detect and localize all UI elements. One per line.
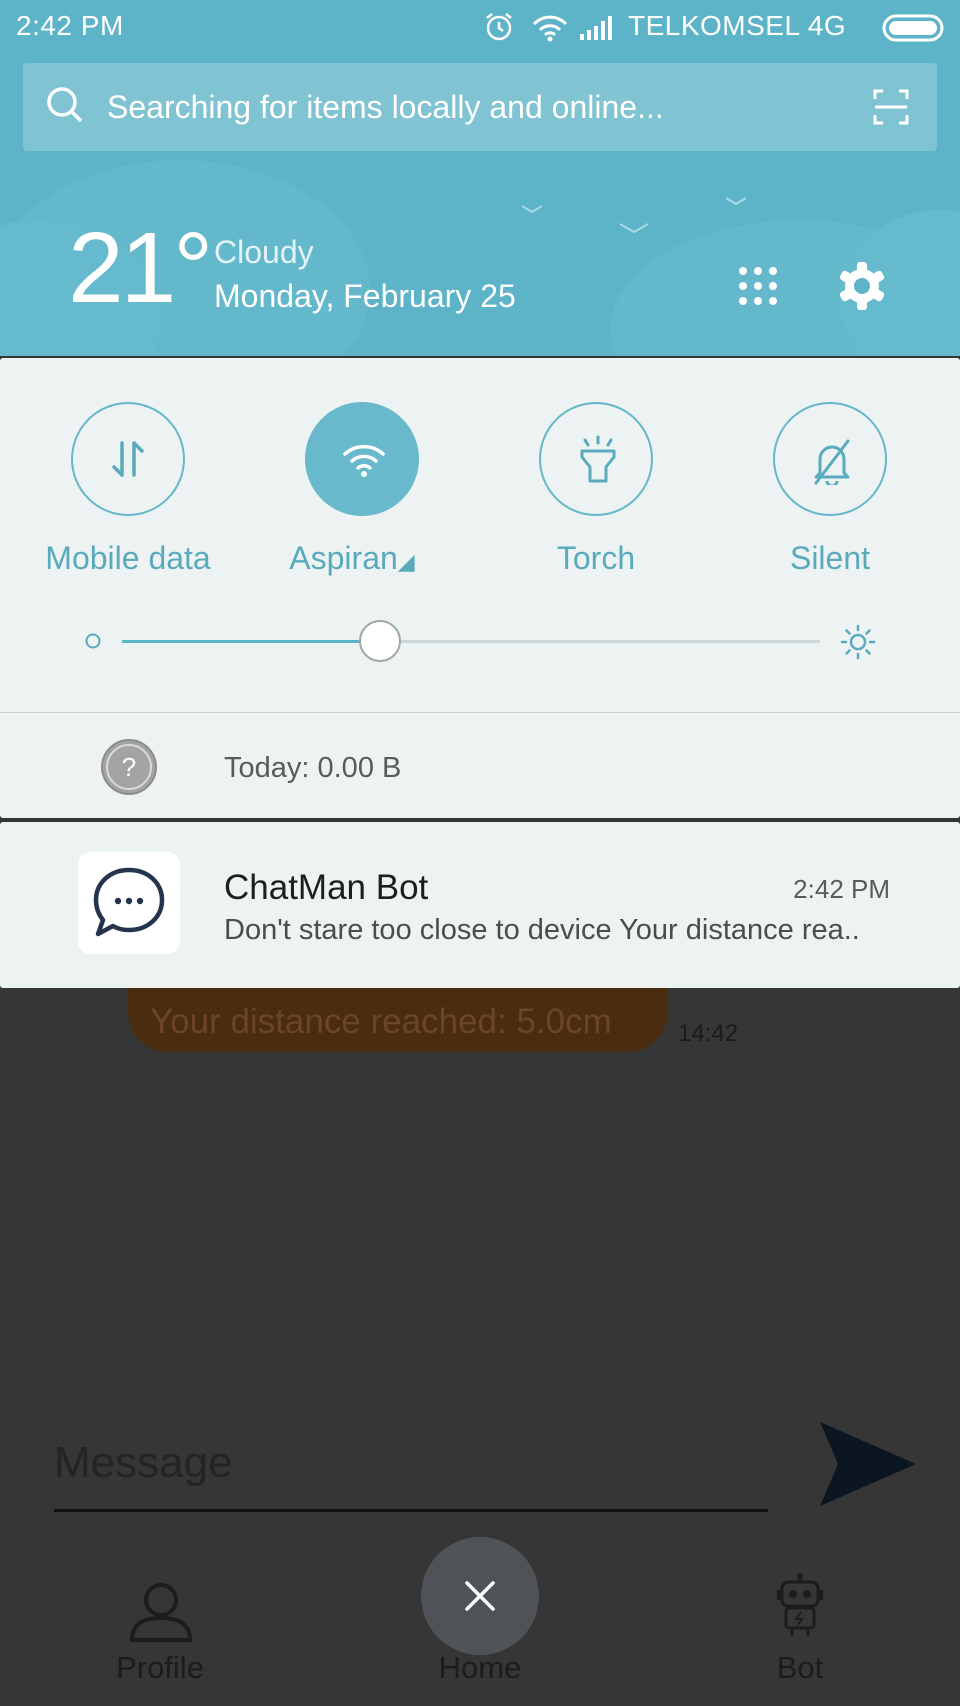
toggle-torch[interactable]	[539, 402, 653, 516]
notification-body: Don't stare too close to device Your dis…	[224, 914, 860, 946]
brightness-slider[interactable]	[122, 640, 820, 643]
app-icon	[78, 852, 180, 954]
brightness-fill	[122, 640, 380, 643]
nav-profile[interactable]: Profile	[70, 1572, 250, 1706]
wifi-network-name: Aspiran	[289, 540, 398, 576]
message-input[interactable]: Message	[54, 1430, 768, 1512]
chat-message-text: Your distance reached: 5.0cm	[150, 1002, 612, 1041]
search-placeholder: Searching for items locally and online..…	[107, 89, 664, 125]
robot-icon	[777, 1573, 823, 1636]
nav-bot[interactable]: Bot	[710, 1572, 890, 1706]
notification-shade-header: 2:42 PM TELKOMSEL 4G Searching for items…	[0, 0, 960, 356]
toggle-silent[interactable]	[773, 402, 887, 516]
nav-profile-label: Profile	[116, 1650, 204, 1685]
battery-icon	[882, 14, 944, 42]
bell-off-icon	[814, 439, 850, 485]
wifi-icon	[343, 444, 385, 477]
close-icon	[465, 1581, 495, 1611]
weather-temperature: 21°	[68, 212, 213, 324]
status-bar: 2:42 PM TELKOMSEL 4G	[0, 0, 960, 56]
toggle-wifi-label[interactable]: Aspiran◢	[232, 540, 472, 577]
weather-condition: Cloudy	[214, 234, 314, 270]
brightness-high-icon	[840, 624, 876, 660]
person-icon	[129, 1583, 193, 1642]
search-bar[interactable]: Searching for items locally and online..…	[23, 63, 937, 151]
flashlight-icon	[580, 435, 616, 483]
send-icon	[820, 1422, 916, 1506]
grid-menu-icon[interactable]	[738, 266, 778, 306]
toggle-mobile-data-label: Mobile data	[45, 540, 211, 576]
notification-time: 2:42 PM	[793, 874, 890, 904]
send-button[interactable]	[818, 1420, 918, 1510]
toggle-mobile-data[interactable]	[71, 402, 185, 516]
quick-settings-divider	[0, 712, 960, 713]
search-icon	[47, 87, 83, 123]
svg-text:?: ?	[122, 752, 136, 782]
nav-home-label: Home	[438, 1650, 522, 1685]
notification-card[interactable]: ChatMan Bot 2:42 PM Don't stare too clos…	[0, 822, 960, 988]
weather-date: Monday, February 25	[214, 278, 516, 314]
carrier-label: TELKOMSEL 4G	[628, 10, 847, 41]
mobile-data-icon	[112, 441, 144, 477]
gear-icon[interactable]	[838, 262, 886, 310]
brightness-thumb[interactable]	[359, 620, 401, 662]
toggle-torch-label: Torch	[556, 540, 636, 576]
brightness-low-icon	[85, 633, 101, 649]
chat-message-time: 14:42	[678, 1020, 739, 1047]
toggle-silent-label: Silent	[789, 540, 871, 576]
status-time: 2:42 PM	[16, 10, 124, 41]
scan-icon[interactable]	[873, 89, 909, 125]
notification-title: ChatMan Bot	[224, 868, 429, 907]
data-usage-text: Today: 0.00 B	[224, 752, 402, 784]
toggle-wifi[interactable]	[305, 402, 419, 516]
wifi-expand-icon: ◢	[397, 549, 415, 574]
chat-bubble-icon	[93, 867, 165, 937]
nav-bot-label: Bot	[776, 1650, 824, 1685]
signal-icon	[580, 16, 612, 40]
alarm-icon	[486, 13, 512, 41]
close-shade-button[interactable]	[421, 1537, 539, 1655]
data-usage-question-icon: ?	[101, 739, 157, 795]
wifi-status-icon	[532, 15, 568, 42]
